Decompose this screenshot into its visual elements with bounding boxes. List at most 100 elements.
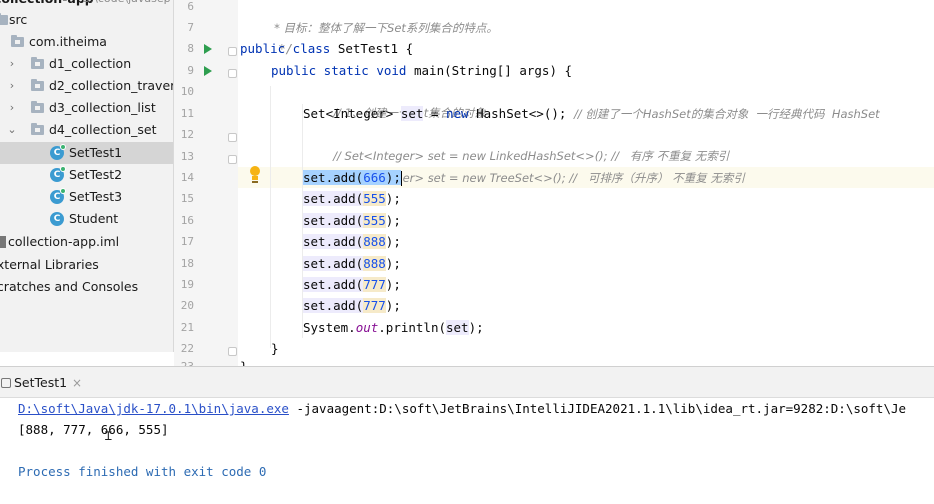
tree-item-label: d2_collection_traverse <box>49 78 173 93</box>
package-icon <box>11 35 24 47</box>
tree-row-settest1[interactable]: C SetTest1 <box>0 142 173 164</box>
tree-item-label: Student <box>69 211 119 226</box>
tab-settest1[interactable]: SetTest1 × <box>0 371 82 395</box>
run-config-icon <box>1 378 11 388</box>
console-exit-message: Process finished with exit code 0 <box>18 464 267 479</box>
java-class-icon: C <box>50 144 66 160</box>
fold-icon[interactable] <box>228 47 237 56</box>
mouse-ibeam-cursor: Ɪ <box>105 429 112 443</box>
package-icon <box>31 57 44 69</box>
run-main-icon[interactable] <box>204 66 212 76</box>
java-class-icon: C <box>50 188 66 204</box>
tree-row-external-libraries[interactable]: External Libraries <box>0 254 173 276</box>
tree-item-label: src <box>9 12 28 27</box>
code-line-9: public static void main(String[] args) { <box>271 60 572 81</box>
tree-row-iml[interactable]: collection-app.iml <box>0 231 173 253</box>
line-number: 17 <box>180 235 194 248</box>
editor-gutter: 6 7 8 9 10 11 12 13 14 15 16 17 18 19 20… <box>174 0 238 366</box>
line-number: 18 <box>180 257 194 270</box>
keyword: public static void <box>271 63 414 78</box>
code-line-15: set.add(555); <box>303 191 401 206</box>
fold-icon[interactable] <box>228 155 237 164</box>
tree-row-d4-collection-set[interactable]: ⌄ d4_collection_set <box>0 119 173 141</box>
lightbulb-icon[interactable] <box>248 166 262 184</box>
line-number: 22 <box>180 342 194 355</box>
line-number: 13 <box>180 150 194 163</box>
line-number: 20 <box>180 299 194 312</box>
tree-item-label: SetTest3 <box>69 189 123 204</box>
run-console[interactable]: D:\soft\Java\jdk-17.0.1\bin\java.exe -ja… <box>0 398 934 504</box>
operator-token: = <box>423 106 446 121</box>
keyword: public class <box>240 41 338 56</box>
tab-label: SetTest1 <box>14 375 68 390</box>
code-line-16: set.add(555); <box>303 213 401 228</box>
code-line-13: // Set<Integer> set = new TreeSet<>(); /… <box>303 146 745 185</box>
package-icon <box>31 79 44 91</box>
line-number: 11 <box>180 107 194 120</box>
package-icon <box>31 101 44 113</box>
code-line-6: * 目标：整体了解一下Set系列集合的特点。 <box>244 0 498 35</box>
code-line-19: set.add(777); <box>303 277 401 292</box>
doc-comment: * 目标：整体了解一下Set系列集合的特点。 <box>274 21 498 35</box>
tree-row-settest3[interactable]: C SetTest3 <box>0 186 173 208</box>
tree-row-com-itheima[interactable]: com.itheima <box>0 31 173 53</box>
fold-icon[interactable] <box>228 347 237 356</box>
chevron-right-icon[interactable]: › <box>6 97 18 119</box>
chevron-right-icon[interactable]: › <box>6 53 18 75</box>
code-line-8: public class SetTest1 { <box>240 38 413 59</box>
line-comment: // 创建了一个HashSet的集合对象 一行经典代码 HashSet <box>573 107 880 121</box>
line-number: 8 <box>187 42 194 55</box>
type-token: Set<Integer> <box>303 106 401 121</box>
line-number: 6 <box>187 0 194 13</box>
tree-row-d2-collection-traverse[interactable]: › d2_collection_traverse <box>0 75 173 97</box>
code-editor[interactable]: 6 7 8 9 10 11 12 13 14 15 16 17 18 19 20… <box>174 0 934 366</box>
java-class-icon: C <box>50 166 66 182</box>
package-icon <box>31 123 44 135</box>
run-class-icon[interactable] <box>204 44 212 54</box>
code-line-12: // Set<Integer> set = new LinkedHashSet<… <box>303 124 729 163</box>
tree-item-label: Scratches and Consoles <box>0 279 139 294</box>
command-args: -javaagent:D:\soft\JetBrains\IntelliJIDE… <box>288 401 907 416</box>
line-number: 10 <box>180 85 194 98</box>
tree-item-label: d3_collection_list <box>49 100 156 115</box>
constructor-token: HashSet<>(); <box>468 106 574 121</box>
code-line-23: } <box>240 356 248 366</box>
tree-row-student[interactable]: C Student <box>0 208 173 230</box>
console-command-line: D:\soft\Java\jdk-17.0.1\bin\java.exe -ja… <box>18 399 906 419</box>
variable-token: set <box>400 106 424 121</box>
folder-icon <box>0 13 8 25</box>
line-number: 19 <box>180 278 194 291</box>
java-exe-link[interactable]: D:\soft\Java\jdk-17.0.1\bin\java.exe <box>18 401 289 416</box>
class-declaration: SetTest1 { <box>337 41 414 56</box>
method-declaration: main(String[] args) { <box>414 63 573 78</box>
line-number: 9 <box>187 64 194 77</box>
java-class-icon: C <box>50 212 64 226</box>
line-number: 16 <box>180 214 194 227</box>
text-caret <box>400 171 402 186</box>
tree-row-d3-collection-list[interactable]: › d3_collection_list <box>0 97 173 119</box>
code-line-11: Set<Integer> set = new HashSet<>(); // 创… <box>303 103 880 124</box>
code-line-18: set.add(888); <box>303 256 401 271</box>
tree-row-src[interactable]: src <box>0 9 173 31</box>
console-output: [888, 777, 666, 555] <box>18 422 169 437</box>
tree-row-scratches[interactable]: Scratches and Consoles <box>0 276 173 298</box>
run-tool-window-tabs: SetTest1 × <box>0 366 934 398</box>
code-line-22: } <box>271 341 279 356</box>
selected-statement: set.add(666); <box>303 170 401 185</box>
module-file-icon <box>0 236 6 248</box>
tree-item-label: SetTest1 <box>69 145 123 160</box>
tree-row-settest2[interactable]: C SetTest2 <box>0 164 173 186</box>
tree-row-d1-collection[interactable]: › d1_collection <box>0 53 173 75</box>
chevron-right-icon[interactable]: › <box>6 75 18 97</box>
tree-item-label: collection-app.iml <box>8 234 120 249</box>
chevron-down-icon[interactable]: ⌄ <box>6 119 18 141</box>
code-line-10: // 1、创建一个Set集合的对象 <box>303 81 486 120</box>
fold-icon[interactable] <box>228 133 237 142</box>
line-number: 7 <box>187 21 194 34</box>
close-icon[interactable]: × <box>72 371 82 395</box>
fold-icon[interactable] <box>228 69 237 78</box>
code-line-21: System.out.println(set); <box>303 320 484 335</box>
indent-guide <box>270 86 271 348</box>
tree-item-label: d4_collection_set <box>49 122 157 137</box>
tree-item-label: External Libraries <box>0 257 99 272</box>
